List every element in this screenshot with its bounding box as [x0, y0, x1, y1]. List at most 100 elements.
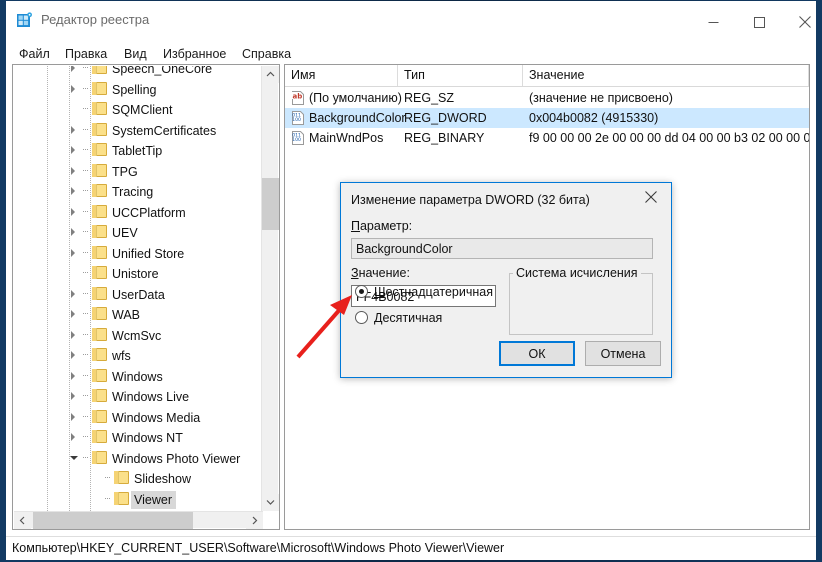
tree-item[interactable]: Slideshow: [14, 468, 263, 488]
close-button[interactable]: [782, 2, 822, 42]
tree-item[interactable]: WcmSvc: [14, 325, 263, 345]
folder-icon: [114, 471, 129, 484]
chevron-right-icon[interactable]: [70, 330, 79, 340]
menu-item-0[interactable]: Файл: [14, 45, 55, 63]
chevron-right-icon[interactable]: [246, 512, 263, 529]
svg-text:100: 100: [292, 117, 301, 123]
values-column-header[interactable]: Имя Тип Значение: [285, 65, 809, 87]
registry-path: Компьютер\HKEY_CURRENT_USER\Software\Mic…: [12, 541, 505, 555]
value-row[interactable]: 011 100 MainWndPos REG_BINARY f9 00 00 00 2e…: [285, 128, 809, 148]
tree-item[interactable]: TabletTip: [14, 140, 263, 160]
chevron-right-icon[interactable]: [70, 412, 79, 422]
column-header-0[interactable]: Имя: [285, 65, 398, 86]
tree-connector: [83, 272, 88, 273]
tree-item[interactable]: Windows Photo Viewer: [14, 448, 263, 468]
tree-item-label: Windows Media: [112, 410, 201, 425]
chevron-right-icon[interactable]: [70, 371, 79, 381]
tree-item-label: UEV: [112, 226, 138, 240]
tree-hscrollbar-thumb[interactable]: [33, 512, 193, 529]
tree-item[interactable]: Spelling: [14, 79, 263, 99]
tree-item-label: SQMClient: [112, 103, 173, 117]
tree-item[interactable]: WAB: [14, 304, 263, 324]
chevron-right-icon[interactable]: [70, 66, 79, 73]
tree-item[interactable]: Unified Store: [14, 243, 263, 263]
column-header-1[interactable]: Тип: [398, 65, 523, 86]
tree-scrollbar-thumb[interactable]: [262, 178, 279, 230]
tree-item-label: Windows Photo Viewer: [112, 451, 241, 466]
tree-item[interactable]: UEV: [14, 222, 263, 242]
column-header-2[interactable]: Значение: [523, 65, 809, 86]
chevron-right-icon[interactable]: [70, 392, 79, 401]
menu-item-3[interactable]: Избранное: [158, 45, 231, 63]
ok-button[interactable]: ОК: [499, 341, 575, 366]
folder-icon: [92, 163, 107, 177]
cancel-button[interactable]: Отмена: [585, 341, 661, 366]
folder-icon: [92, 225, 107, 238]
menu-item-1[interactable]: Правка: [60, 45, 112, 63]
minimize-button[interactable]: [690, 2, 736, 42]
chevron-up-icon[interactable]: [262, 66, 279, 83]
tree-item-label: Viewer: [131, 490, 176, 509]
chevron-right-icon[interactable]: [70, 207, 79, 217]
chevron-right-icon[interactable]: [70, 125, 79, 135]
tree-item[interactable]: SQMClient: [14, 99, 263, 119]
tree-item-label: Unified Store: [112, 246, 185, 261]
tree-item[interactable]: TPG: [14, 161, 263, 181]
tree-item[interactable]: Unistore: [14, 263, 263, 283]
chevron-down-icon[interactable]: [262, 494, 279, 511]
registry-icon: [16, 12, 33, 29]
tree-item[interactable]: Viewer: [14, 489, 263, 509]
tree-connector: [83, 436, 88, 437]
tree-item[interactable]: Windows Live: [14, 386, 263, 406]
menu-item-4[interactable]: Справка: [237, 45, 296, 63]
chevron-right-icon[interactable]: [70, 166, 79, 176]
registry-tree-pane[interactable]: Speech_OneCore Spelling SQMClient SystemCer…: [12, 64, 280, 530]
chevron-right-icon[interactable]: [70, 433, 79, 442]
chevron-right-icon[interactable]: [70, 289, 79, 299]
tree-item[interactable]: Windows: [14, 366, 263, 386]
folder-icon: [92, 102, 107, 115]
tree-item[interactable]: wfs: [14, 345, 263, 365]
chevron-right-icon[interactable]: [70, 187, 79, 196]
tree-connector: [83, 456, 88, 458]
chevron-down-icon[interactable]: [70, 454, 79, 463]
tree-item-label: Tracing: [112, 185, 154, 199]
value-value: 0x004b0082 (4915330): [529, 111, 659, 125]
svg-text:ab: ab: [293, 92, 303, 100]
value-row[interactable]: 011 100 BackgroundColor REG_DWORD 0x004b0082…: [285, 108, 809, 128]
registry-editor-window: Редактор реестра Файл Правка Вид Избранное С…: [0, 0, 822, 562]
menu-item-2[interactable]: Вид: [119, 45, 152, 63]
value-name: BackgroundColor: [309, 111, 406, 125]
chevron-right-icon[interactable]: [70, 228, 79, 237]
chevron-right-icon[interactable]: [70, 351, 79, 360]
chevron-right-icon[interactable]: [70, 310, 79, 319]
value-type: REG_BINARY: [404, 131, 485, 145]
folder-icon: [92, 122, 107, 136]
radio-hex-label: Шестнадцатеричная: [374, 285, 493, 299]
value-label: Значение:: [351, 266, 410, 280]
value-row[interactable]: ab (По умолчанию) REG_SZ (значение не присв…: [285, 88, 809, 108]
radio-dec-label: Десятичная: [374, 311, 443, 325]
chevron-right-icon[interactable]: [70, 84, 79, 94]
number-base-legend: Система исчисления: [513, 266, 641, 280]
dialog-close-icon[interactable]: [631, 183, 671, 211]
tree-vertical-scrollbar[interactable]: [261, 66, 279, 511]
maximize-button[interactable]: [736, 2, 782, 42]
tree-item[interactable]: Windows Media: [14, 407, 263, 427]
chevron-left-icon[interactable]: [14, 512, 31, 529]
registry-tree[interactable]: Speech_OneCore Spelling SQMClient SystemCer…: [14, 66, 263, 511]
tree-horizontal-scrollbar[interactable]: [14, 511, 263, 529]
tree-connector: [83, 210, 88, 212]
tree-item[interactable]: Tracing: [14, 181, 263, 201]
chevron-right-icon[interactable]: [70, 146, 79, 155]
tree-item[interactable]: SystemCertificates: [14, 120, 263, 140]
tree-item-label: Unistore: [112, 267, 159, 281]
param-name-field: BackgroundColor: [351, 238, 653, 259]
tree-connector: [83, 149, 88, 150]
tree-item[interactable]: UserData: [14, 284, 263, 304]
tree-item[interactable]: Windows NT: [14, 427, 263, 447]
tree-item[interactable]: Speech_OneCore: [14, 66, 263, 78]
chevron-right-icon[interactable]: [70, 248, 79, 258]
tree-item-label: Speech_OneCore: [112, 66, 213, 76]
tree-item[interactable]: UCCPlatform: [14, 202, 263, 222]
